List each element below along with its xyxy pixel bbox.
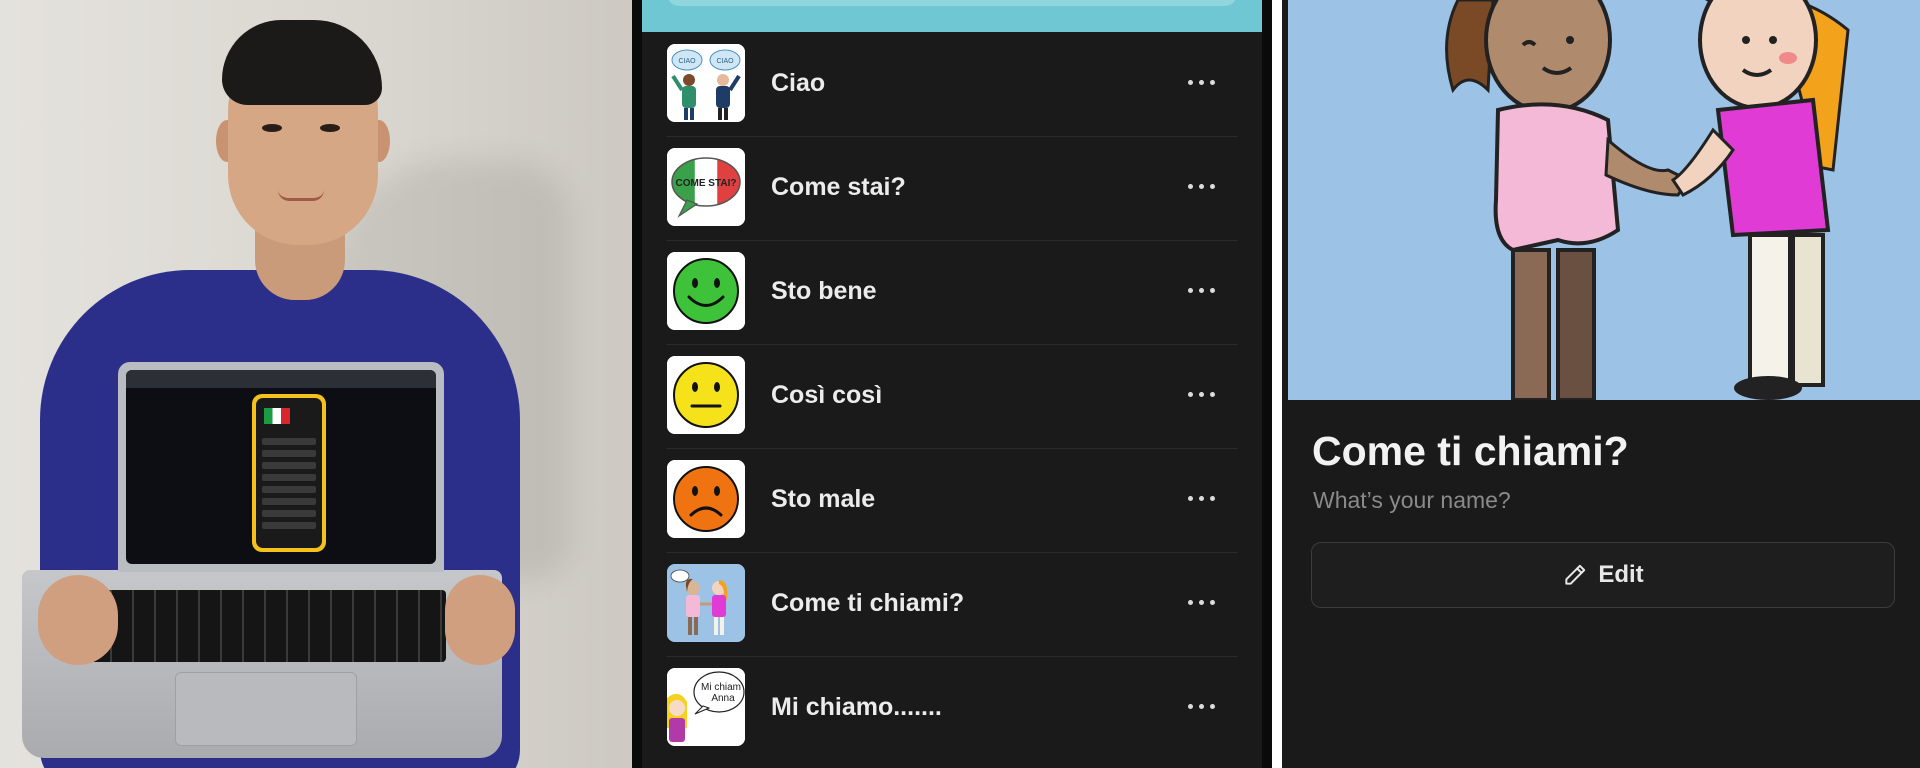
laptop-trackpad bbox=[175, 672, 357, 746]
right-hand bbox=[445, 575, 515, 665]
svg-text:Anna: Anna bbox=[711, 693, 735, 704]
list-item[interactable]: Come ti chiami? bbox=[642, 552, 1262, 656]
happy-face-icon bbox=[667, 252, 745, 330]
more-options-icon[interactable] bbox=[1182, 476, 1226, 520]
left-eye bbox=[262, 124, 282, 132]
more-options-icon[interactable] bbox=[1182, 580, 1226, 624]
svg-text:CIAO: CIAO bbox=[716, 58, 734, 65]
sad-face-icon bbox=[667, 460, 745, 538]
svg-text:Mi chiam: Mi chiam bbox=[701, 682, 741, 693]
phrase-title: Come ti chiami? bbox=[1312, 428, 1629, 474]
list-item[interactable]: CIAO CIAO Ciao bbox=[642, 32, 1262, 136]
laptop-keyboard bbox=[90, 590, 446, 662]
list-item[interactable]: Così così bbox=[642, 344, 1262, 448]
pencil-icon bbox=[1565, 564, 1586, 585]
more-options-icon[interactable] bbox=[1182, 60, 1226, 104]
more-options-icon[interactable] bbox=[1182, 164, 1226, 208]
phrase-detail-screen: Come ti chiami? What’s your name? Edit bbox=[1282, 0, 1920, 768]
search-bar-edge bbox=[667, 0, 1237, 6]
list-item-label: Sto male bbox=[771, 485, 876, 513]
handshake-girls-icon bbox=[667, 564, 745, 642]
photo-of-student-with-laptop bbox=[0, 0, 632, 768]
list-item-label: Sto bene bbox=[771, 277, 877, 305]
italian-flag-speech-bubble-icon: COME STAI? bbox=[667, 148, 745, 226]
handshake-illustration bbox=[1288, 0, 1920, 400]
list-item-label: Così così bbox=[771, 381, 883, 409]
girl-speech-bubble-icon: Mi chiam Anna bbox=[667, 668, 745, 746]
list-item-label: Come stai? bbox=[771, 173, 906, 201]
italian-flag-icon bbox=[264, 408, 290, 424]
svg-text:CIAO: CIAO bbox=[678, 58, 696, 65]
laptop-screen bbox=[126, 370, 436, 564]
header-bar bbox=[642, 0, 1262, 32]
phrase-list: CIAO CIAO Ciao COME STAI? Come stai? Sto… bbox=[642, 32, 1262, 760]
list-item[interactable]: Sto male bbox=[642, 448, 1262, 552]
list-item-label: Mi chiamo....... bbox=[771, 693, 942, 721]
neutral-face-icon bbox=[667, 356, 745, 434]
edit-button-label: Edit bbox=[1598, 561, 1644, 588]
list-item[interactable]: Sto bene bbox=[642, 240, 1262, 344]
laptop-display bbox=[118, 362, 444, 572]
more-options-icon[interactable] bbox=[1182, 268, 1226, 312]
more-options-icon[interactable] bbox=[1182, 372, 1226, 416]
app-preview-phone bbox=[252, 394, 326, 552]
browser-bar bbox=[126, 370, 436, 388]
phrase-translation: What’s your name? bbox=[1313, 487, 1511, 513]
phrase-list-screen: CIAO CIAO Ciao COME STAI? Come stai? Sto… bbox=[632, 0, 1272, 768]
list-item-label: Come ti chiami? bbox=[771, 589, 965, 617]
right-eye bbox=[320, 124, 340, 132]
hair bbox=[222, 20, 382, 105]
edit-button[interactable]: Edit bbox=[1311, 542, 1895, 608]
svg-text:COME STAI?: COME STAI? bbox=[676, 178, 737, 189]
left-hand bbox=[38, 575, 118, 665]
greeting-people-icon: CIAO CIAO bbox=[667, 44, 745, 122]
list-item[interactable]: Mi chiam Anna Mi chiamo....... bbox=[642, 656, 1262, 760]
list-item[interactable]: COME STAI? Come stai? bbox=[642, 136, 1262, 240]
smile bbox=[278, 190, 324, 201]
more-options-icon[interactable] bbox=[1182, 684, 1226, 728]
list-item-label: Ciao bbox=[771, 69, 826, 97]
